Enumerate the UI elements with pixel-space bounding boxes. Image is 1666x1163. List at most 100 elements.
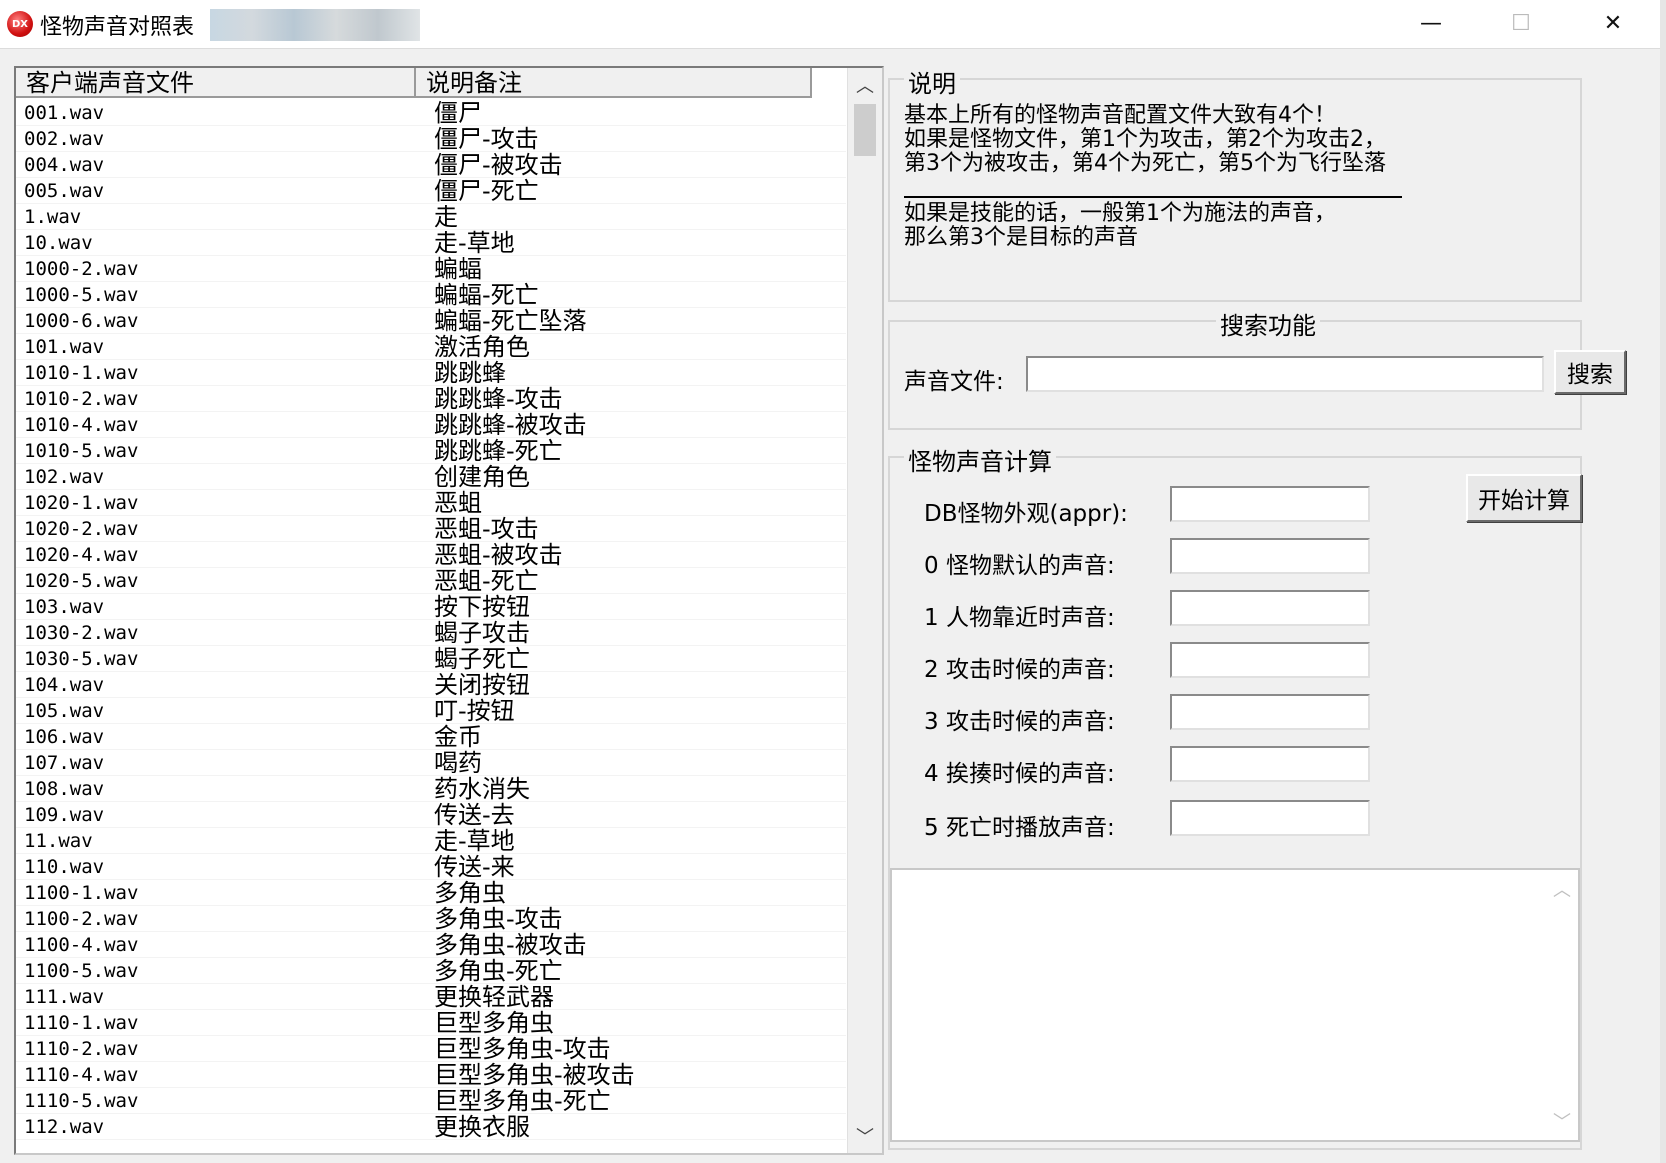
list-row[interactable]: 103.wav 按下按钮 <box>16 594 846 620</box>
list-scrollbar[interactable]: ︿ ﹀ <box>847 68 882 1153</box>
remark-cell: 更换轻武器 <box>434 983 554 1011</box>
list-row[interactable]: 1020-1.wav 恶蛆 <box>16 490 846 516</box>
list-row[interactable]: 1030-5.wav 蝎子死亡 <box>16 646 846 672</box>
list-row[interactable]: 112.wav 更换衣服 <box>16 1114 846 1140</box>
sound-file-search-input[interactable] <box>1026 356 1544 392</box>
list-row[interactable]: 108.wav 药水消失 <box>16 776 846 802</box>
list-row[interactable]: 110.wav 传送-来 <box>16 854 846 880</box>
remark-cell: 叮-按钮 <box>434 697 515 725</box>
sound-filename-cell: 1020-4.wav <box>24 544 139 566</box>
sound-2-input[interactable] <box>1170 642 1370 678</box>
description-line: 如果是技能的话，一般第1个为施法的声音， <box>904 201 1336 226</box>
sound-filename-cell: 1020-1.wav <box>24 492 139 514</box>
list-row[interactable]: 107.wav 喝药 <box>16 750 846 776</box>
column-header-sound-file[interactable]: 客户端声音文件 <box>16 68 416 98</box>
list-row[interactable]: 1100-1.wav 多角虫 <box>16 880 846 906</box>
description-line: 第3个为被攻击，第4个为死亡，第5个为飞行坠落 <box>904 151 1386 176</box>
list-row[interactable]: 11.wav 走-草地 <box>16 828 846 854</box>
list-row[interactable]: 1020-2.wav 恶蛆-攻击 <box>16 516 846 542</box>
column-header-remarks[interactable]: 说明备注 <box>416 68 812 98</box>
list-row[interactable]: 102.wav 创建角色 <box>16 464 846 490</box>
sound-file-list[interactable]: 客户端声音文件 说明备注 001.wav 僵尸 002.wav 僵尸-攻击 004.wa… <box>14 66 884 1155</box>
description-line: 那么第3个是目标的声音 <box>904 225 1138 250</box>
sound-filename-cell: 1100-4.wav <box>24 934 139 956</box>
remark-cell: 巨型多角虫-攻击 <box>434 1035 611 1063</box>
remark-cell: 激活角色 <box>434 333 530 361</box>
sound-3-label: 3 攻击时候的声音: <box>924 709 1115 735</box>
remark-cell: 跳跳蜂-死亡 <box>434 437 563 465</box>
list-row[interactable]: 106.wav 金币 <box>16 724 846 750</box>
scroll-up-icon[interactable]: ︿ <box>848 68 882 102</box>
search-legend: 搜索功能 <box>1216 306 1320 341</box>
description-divider <box>904 196 1402 198</box>
output-scrollbar[interactable]: ︿ ﹀ <box>1546 868 1578 1142</box>
sound-filename-cell: 105.wav <box>24 700 105 722</box>
sound-file-label: 声音文件: <box>904 369 1004 395</box>
remark-cell: 跳跳蜂-攻击 <box>434 385 563 413</box>
list-row[interactable]: 1000-2.wav 蝙蝠 <box>16 256 846 282</box>
sound-filename-cell: 1010-2.wav <box>24 388 139 410</box>
remark-cell: 巨型多角虫-被攻击 <box>434 1061 635 1089</box>
sound-0-label: 0 怪物默认的声音: <box>924 553 1115 579</box>
search-button[interactable]: 搜索 <box>1554 350 1626 394</box>
calc-output-textarea[interactable] <box>890 868 1580 1142</box>
remark-cell: 传送-来 <box>434 853 515 881</box>
list-row[interactable]: 1100-4.wav 多角虫-被攻击 <box>16 932 846 958</box>
list-row[interactable]: 1010-5.wav 跳跳蜂-死亡 <box>16 438 846 464</box>
list-row[interactable]: 111.wav 更换轻武器 <box>16 984 846 1010</box>
blurred-title-region <box>210 9 420 41</box>
list-row[interactable]: 1100-2.wav 多角虫-攻击 <box>16 906 846 932</box>
list-row[interactable]: 1110-5.wav 巨型多角虫-死亡 <box>16 1088 846 1114</box>
list-row[interactable]: 10.wav 走-草地 <box>16 230 846 256</box>
maximize-button[interactable]: ☐ <box>1476 0 1566 46</box>
list-row[interactable]: 1.wav 走 <box>16 204 846 230</box>
sound-filename-cell: 111.wav <box>24 986 105 1008</box>
list-row[interactable]: 1020-4.wav 恶蛆-被攻击 <box>16 542 846 568</box>
sound-3-input[interactable] <box>1170 694 1370 730</box>
scroll-down-icon[interactable]: ﹀ <box>848 1119 882 1153</box>
sound-filename-cell: 001.wav <box>24 102 105 124</box>
list-row[interactable]: 104.wav 关闭按钮 <box>16 672 846 698</box>
close-button[interactable]: ✕ <box>1566 0 1660 46</box>
description-group: 说明 基本上所有的怪物声音配置文件大致有4个！ 如果是怪物文件，第1个为攻击，第… <box>888 64 1582 302</box>
list-row[interactable]: 1000-5.wav 蝙蝠-死亡 <box>16 282 846 308</box>
search-group: 搜索功能 声音文件: 搜索 <box>888 306 1626 430</box>
calc-legend: 怪物声音计算 <box>904 442 1056 477</box>
list-row[interactable]: 1030-2.wav 蝎子攻击 <box>16 620 846 646</box>
list-row[interactable]: 002.wav 僵尸-攻击 <box>16 126 846 152</box>
list-row[interactable]: 1110-4.wav 巨型多角虫-被攻击 <box>16 1062 846 1088</box>
sound-4-input[interactable] <box>1170 746 1370 782</box>
sound-1-input[interactable] <box>1170 590 1370 626</box>
list-row[interactable]: 1020-5.wav 恶蛆-死亡 <box>16 568 846 594</box>
sound-filename-cell: 1100-5.wav <box>24 960 139 982</box>
remark-cell: 多角虫 <box>434 879 506 907</box>
scroll-thumb[interactable] <box>854 104 876 156</box>
start-calc-button[interactable]: 开始计算 <box>1466 474 1582 522</box>
list-row[interactable]: 1110-1.wav 巨型多角虫 <box>16 1010 846 1036</box>
output-scroll-down-icon[interactable]: ﹀ <box>1546 1104 1578 1138</box>
remark-cell: 多角虫-被攻击 <box>434 931 587 959</box>
sound-filename-cell: 1010-4.wav <box>24 414 139 436</box>
list-row[interactable]: 001.wav 僵尸 <box>16 100 846 126</box>
list-row[interactable]: 1110-2.wav 巨型多角虫-攻击 <box>16 1036 846 1062</box>
sound-filename-cell: 1100-1.wav <box>24 882 139 904</box>
list-row[interactable]: 1100-5.wav 多角虫-死亡 <box>16 958 846 984</box>
remark-cell: 僵尸-死亡 <box>434 177 539 205</box>
list-row[interactable]: 1010-4.wav 跳跳蜂-被攻击 <box>16 412 846 438</box>
sound-0-input[interactable] <box>1170 538 1370 574</box>
sound-5-input[interactable] <box>1170 800 1370 836</box>
remark-cell: 多角虫-攻击 <box>434 905 563 933</box>
output-scroll-up-icon[interactable]: ︿ <box>1546 872 1578 906</box>
list-row[interactable]: 105.wav 叮-按钮 <box>16 698 846 724</box>
appr-input[interactable] <box>1170 486 1370 522</box>
list-row[interactable]: 1010-1.wav 跳跳蜂 <box>16 360 846 386</box>
list-row[interactable]: 1010-2.wav 跳跳蜂-攻击 <box>16 386 846 412</box>
list-row[interactable]: 1000-6.wav 蝙蝠-死亡坠落 <box>16 308 846 334</box>
list-row[interactable]: 004.wav 僵尸-被攻击 <box>16 152 846 178</box>
sound-filename-cell: 1000-5.wav <box>24 284 139 306</box>
sound-filename-cell: 110.wav <box>24 856 105 878</box>
list-row[interactable]: 101.wav 激活角色 <box>16 334 846 360</box>
list-row[interactable]: 109.wav 传送-去 <box>16 802 846 828</box>
list-row[interactable]: 005.wav 僵尸-死亡 <box>16 178 846 204</box>
minimize-button[interactable]: — <box>1386 0 1476 46</box>
